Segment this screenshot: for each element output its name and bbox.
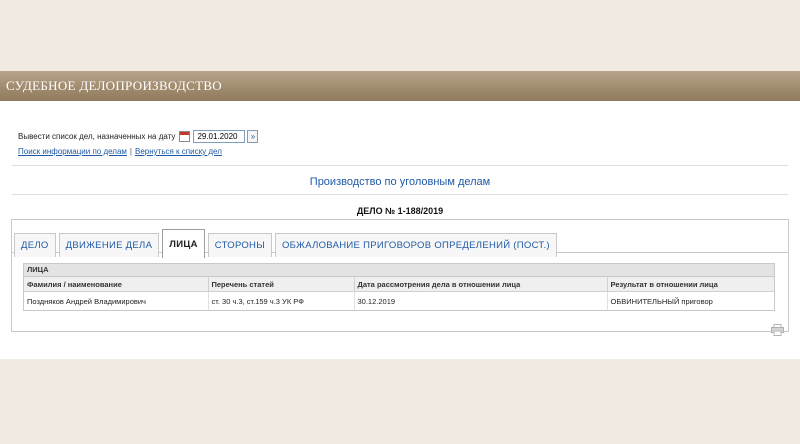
tab-case-movement[interactable]: ДВИЖЕНИЕ ДЕЛА bbox=[58, 233, 160, 257]
table-header-row: Фамилия / наименование Перечень статей Д… bbox=[24, 277, 774, 292]
divider bbox=[12, 194, 788, 195]
table-caption: ЛИЦА bbox=[24, 264, 774, 277]
person-name-cell: Поздняков Андрей Владимирович bbox=[24, 291, 209, 310]
column-header-articles: Перечень статей bbox=[208, 277, 355, 292]
articles-cell: ст. 30 ч.3, ст.159 ч.3 УК РФ bbox=[208, 291, 355, 310]
site-header: СУДЕБНОЕ ДЕЛОПРОИЗВОДСТВО bbox=[0, 71, 800, 101]
date-filter: Вывести список дел, назначенных на дату … bbox=[18, 130, 259, 143]
back-to-list-link[interactable]: Вернуться к списку дел bbox=[135, 147, 222, 156]
result-cell: ОБВИНИТЕЛЬНЫЙ приговор bbox=[610, 296, 713, 306]
nav-links: Поиск информации по делам | Вернуться к сп… bbox=[18, 147, 222, 156]
column-header-name: Фамилия / наименование bbox=[24, 277, 209, 292]
tab-parties[interactable]: СТОРОНЫ bbox=[207, 233, 272, 257]
tab-appeals[interactable]: ОБЖАЛОВАНИЕ ПРИГОВОРОВ ОПРЕДЕЛЕНИЙ (ПОСТ… bbox=[274, 233, 557, 257]
case-number: ДЕЛО № 1-188/2019 bbox=[356, 206, 444, 216]
show-cases-button[interactable]: » bbox=[247, 130, 259, 143]
divider bbox=[12, 165, 788, 166]
date-filter-label: Вывести список дел, назначенных на дату bbox=[18, 132, 176, 141]
print-icon[interactable] bbox=[771, 324, 784, 336]
calendar-icon[interactable] bbox=[179, 131, 191, 142]
case-tabs: ДЕЛО ДВИЖЕНИЕ ДЕЛА ЛИЦА СТОРОНЫ ОБЖАЛОВА… bbox=[14, 228, 560, 258]
tab-persons[interactable]: ЛИЦА bbox=[162, 229, 205, 258]
date-input[interactable] bbox=[193, 130, 246, 143]
column-header-date: Дата рассмотрения дела в отношении лица bbox=[354, 277, 608, 292]
search-cases-link[interactable]: Поиск информации по делам bbox=[18, 147, 127, 156]
review-date-cell: 30.12.2019 bbox=[354, 291, 608, 310]
persons-table: ЛИЦА Фамилия / наименование Перечень ста… bbox=[23, 263, 775, 311]
section-title: Производство по уголовным делам bbox=[309, 176, 491, 188]
tab-case[interactable]: ДЕЛО bbox=[14, 233, 56, 257]
site-title: СУДЕБНОЕ ДЕЛОПРОИЗВОДСТВО bbox=[6, 78, 222, 93]
link-separator: | bbox=[129, 147, 132, 156]
table-row: Поздняков Андрей Владимирович ст. 30 ч.3… bbox=[24, 291, 774, 310]
column-header-result: Результат в отношении лица bbox=[607, 277, 774, 292]
